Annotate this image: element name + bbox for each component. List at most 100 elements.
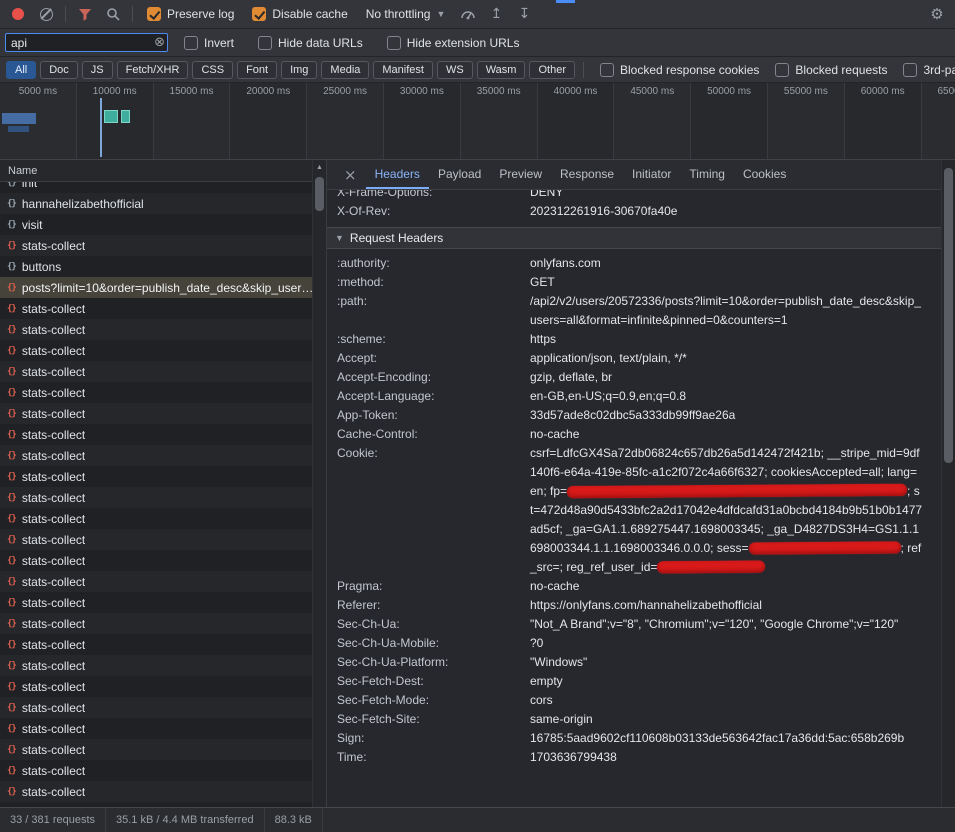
type-filter-ws[interactable]: WS — [437, 61, 473, 79]
type-filter-wasm[interactable]: Wasm — [477, 61, 526, 79]
header-row: :path:/api2/v2/users/20572336/posts?limi… — [327, 292, 941, 330]
network-conditions-button[interactable] — [455, 2, 481, 26]
request-row[interactable]: {}stats-collect — [0, 403, 312, 424]
timeline-overview[interactable]: 5000 ms10000 ms15000 ms20000 ms25000 ms3… — [0, 83, 955, 160]
request-row[interactable]: {}hannahelizabethofficial — [0, 193, 312, 214]
type-filter-js[interactable]: JS — [82, 61, 113, 79]
search-button[interactable] — [100, 2, 126, 26]
filter-input[interactable] — [5, 33, 168, 52]
timeline-column[interactable]: 55000 ms — [768, 83, 845, 159]
export-har-button[interactable]: ↧ — [511, 2, 537, 26]
header-name: Time: — [337, 748, 530, 767]
scrollbar-thumb[interactable] — [315, 177, 324, 211]
request-row[interactable]: {}stats-collect — [0, 781, 312, 802]
request-row[interactable]: {}stats-collect — [0, 739, 312, 760]
tab-preview[interactable]: Preview — [490, 160, 551, 189]
timeline-column[interactable]: 40000 ms — [538, 83, 615, 159]
type-filter-manifest[interactable]: Manifest — [373, 61, 433, 79]
request-row[interactable]: {}stats-collect — [0, 382, 312, 403]
timeline-column[interactable]: 60000 ms — [845, 83, 922, 159]
scrollbar-thumb[interactable] — [944, 168, 953, 463]
disable-cache-checkbox[interactable]: Disable cache — [244, 7, 355, 21]
hide-extension-urls-checkbox[interactable]: Hide extension URLs — [379, 36, 528, 50]
import-har-button[interactable]: ↥ — [483, 2, 509, 26]
details-scrollbar[interactable] — [941, 160, 955, 807]
type-filter-chips: AllDocJSFetch/XHRCSSFontImgMediaManifest… — [6, 61, 575, 79]
type-filter-font[interactable]: Font — [237, 61, 277, 79]
request-row[interactable]: {}stats-collect — [0, 319, 312, 340]
request-list-scrollbar[interactable]: ▲ — [312, 160, 326, 807]
tab-cookies[interactable]: Cookies — [734, 160, 795, 189]
type-filter-doc[interactable]: Doc — [40, 61, 78, 79]
filter-toggle-button[interactable] — [72, 2, 98, 26]
timeline-column[interactable]: 30000 ms — [384, 83, 461, 159]
request-type-icon: {} — [7, 409, 16, 419]
invert-checkbox[interactable]: Invert — [176, 36, 242, 50]
request-row[interactable]: {}stats-collect — [0, 718, 312, 739]
blocked-requests-checkbox[interactable]: Blocked requests — [767, 63, 895, 77]
tab-response[interactable]: Response — [551, 160, 623, 189]
blocked-response-cookies-checkbox[interactable]: Blocked response cookies — [592, 63, 767, 77]
timeline-column[interactable]: 25000 ms — [307, 83, 384, 159]
details-panel: × HeadersPayloadPreviewResponseInitiator… — [326, 160, 941, 807]
scroll-up-icon[interactable]: ▲ — [316, 160, 323, 171]
type-filter-all[interactable]: All — [6, 61, 36, 79]
request-row[interactable]: {}init — [0, 182, 312, 193]
request-row[interactable]: {}stats-collect — [0, 550, 312, 571]
request-row[interactable]: {}stats-collect — [0, 466, 312, 487]
request-row[interactable]: {}stats-collect — [0, 676, 312, 697]
timeline-column[interactable]: 65000 ms — [922, 83, 955, 159]
request-row[interactable]: {}stats-collect — [0, 235, 312, 256]
request-row[interactable]: {}stats-collect — [0, 529, 312, 550]
type-filter-css[interactable]: CSS — [192, 61, 233, 79]
request-headers-section-header[interactable]: ▼ Request Headers — [327, 227, 941, 249]
type-filter-checkboxes: Blocked response cookiesBlocked requests… — [592, 63, 949, 77]
3rd-party-requests-checkbox[interactable]: 3rd-party requests — [895, 63, 955, 77]
close-details-icon[interactable]: × — [335, 166, 366, 184]
request-name: stats-collect — [22, 491, 85, 505]
request-row[interactable]: {}stats-collect — [0, 571, 312, 592]
request-row[interactable]: {}stats-collect — [0, 361, 312, 382]
preserve-log-checkbox[interactable]: Preserve log — [139, 7, 242, 21]
request-row[interactable]: {}stats-collect — [0, 592, 312, 613]
tab-timing[interactable]: Timing — [680, 160, 734, 189]
tab-headers[interactable]: Headers — [366, 160, 429, 189]
timeline-column[interactable]: 15000 ms — [154, 83, 231, 159]
clear-filter-icon[interactable]: ⊗ — [154, 35, 165, 50]
request-row[interactable]: {}stats-collect — [0, 445, 312, 466]
request-row[interactable]: {}posts?limit=10&order=publish_date_desc… — [0, 277, 312, 298]
tab-initiator[interactable]: Initiator — [623, 160, 680, 189]
type-filter-fetch-xhr[interactable]: Fetch/XHR — [117, 61, 189, 79]
request-row[interactable]: {}stats-collect — [0, 613, 312, 634]
request-name: stats-collect — [22, 512, 85, 526]
tab-payload[interactable]: Payload — [429, 160, 490, 189]
hide-data-urls-checkbox[interactable]: Hide data URLs — [250, 36, 371, 50]
checkbox-unchecked-icon — [184, 36, 198, 50]
timeline-column[interactable]: 20000 ms — [230, 83, 307, 159]
type-filter-media[interactable]: Media — [321, 61, 369, 79]
request-row[interactable]: {}stats-collect — [0, 655, 312, 676]
request-row[interactable]: {}stats-collect — [0, 760, 312, 781]
request-type-icon: {} — [7, 556, 16, 566]
typebar-divider — [583, 62, 584, 78]
name-column-header[interactable]: Name — [0, 160, 312, 182]
record-button[interactable] — [5, 2, 31, 26]
clear-button[interactable] — [33, 2, 59, 26]
throttling-select[interactable]: No throttling ▼ — [358, 7, 454, 21]
request-row[interactable]: {}stats-collect — [0, 508, 312, 529]
timeline-column[interactable]: 35000 ms — [461, 83, 538, 159]
request-row[interactable]: {}stats-collect — [0, 298, 312, 319]
request-row[interactable]: {}stats-collect — [0, 424, 312, 445]
type-filter-img[interactable]: Img — [281, 61, 317, 79]
request-row[interactable]: {}stats-collect — [0, 697, 312, 718]
request-row[interactable]: {}stats-collect — [0, 340, 312, 361]
timeline-column[interactable]: 45000 ms — [614, 83, 691, 159]
timeline-column[interactable]: 50000 ms — [691, 83, 768, 159]
request-row[interactable]: {}visit — [0, 214, 312, 235]
request-row[interactable]: {}stats-collect — [0, 487, 312, 508]
request-row[interactable]: {}stats-collect — [0, 634, 312, 655]
request-name: stats-collect — [22, 680, 85, 694]
settings-button[interactable]: ⚙ — [924, 2, 950, 26]
type-filter-other[interactable]: Other — [529, 61, 575, 79]
request-row[interactable]: {}buttons — [0, 256, 312, 277]
